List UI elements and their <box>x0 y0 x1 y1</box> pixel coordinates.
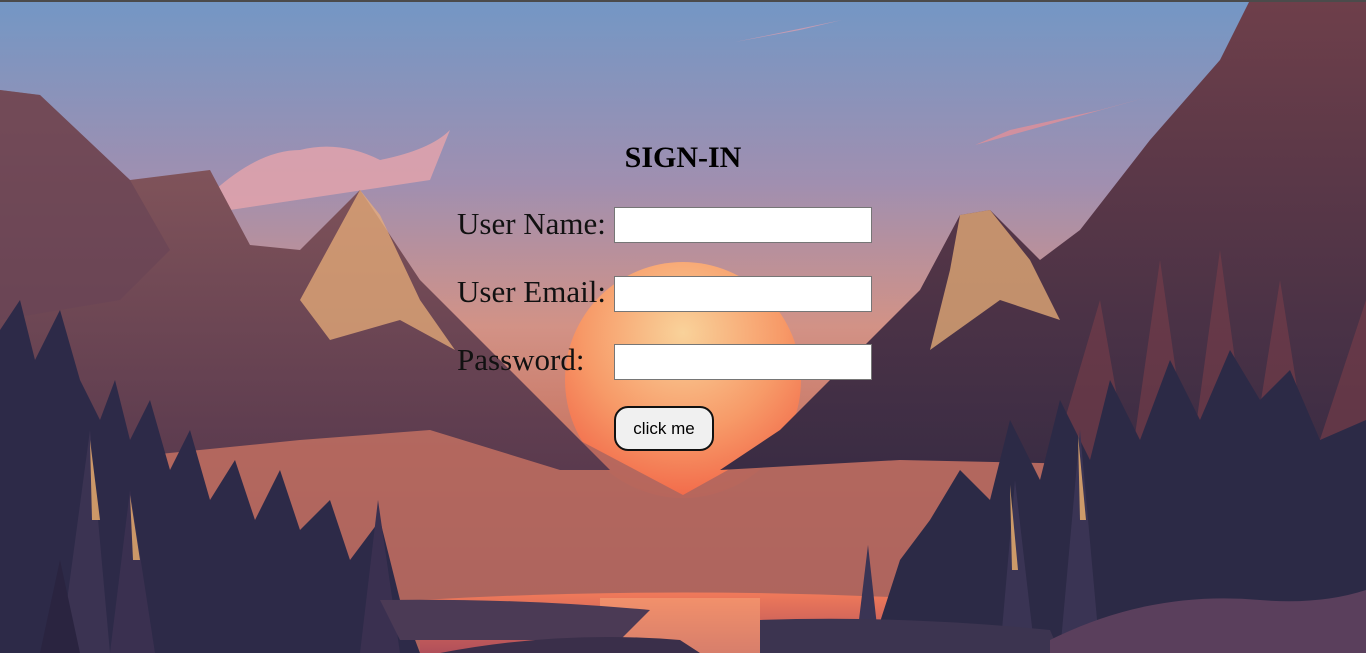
password-label: Password: <box>457 342 585 377</box>
user-name-label: User Name: <box>457 206 606 241</box>
user-email-input[interactable] <box>614 276 872 312</box>
submit-button[interactable]: click me <box>614 406 714 451</box>
window-top-border <box>0 0 1366 2</box>
sign-in-form: SIGN-IN User Name: User Email: Password:… <box>0 0 1366 653</box>
user-name-input[interactable] <box>614 207 872 243</box>
password-input[interactable] <box>614 344 872 380</box>
user-email-label: User Email: <box>457 274 606 309</box>
sign-in-heading: SIGN-IN <box>624 141 742 174</box>
